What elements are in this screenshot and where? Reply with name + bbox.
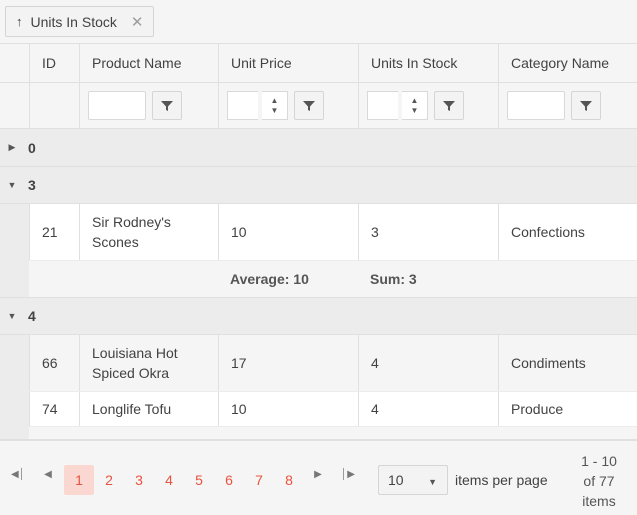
last-page-icon[interactable]: │▶ [338,469,358,480]
group-chip-units-in-stock[interactable]: ↑ Units In Stock ✕ [5,6,155,37]
units-in-stock-filter-input[interactable] [367,91,398,120]
group-value: 4 [28,308,36,324]
filter-icon [443,100,455,111]
group-value: 0 [28,139,36,156]
page-size-value: 10 [388,472,404,488]
cell-product-name[interactable]: Sir Rodney's Scones [79,204,218,260]
filter-button[interactable] [571,91,601,120]
cell-units-in-stock[interactable]: 3 [358,204,498,260]
cell-unit-price[interactable]: 17 [218,335,358,391]
pager: ◀│ ◀ 1 2 3 4 5 6 7 8 ▶ │▶ 10 ▼ items per… [0,440,637,515]
group-indent [0,392,29,426]
group-indent [0,204,29,260]
spinner[interactable]: ▲ ▼ [262,91,288,120]
data-grid: ↑ Units In Stock ✕ ID Product Name Unit … [0,0,637,515]
page-button-7[interactable]: 7 [244,465,274,495]
filter-cell-units-in-stock: ▲ ▼ [358,83,498,128]
page-button-5[interactable]: 5 [184,465,214,495]
cell-category-name[interactable]: Confections [498,204,637,260]
group-row[interactable]: ▼ 4 [0,298,637,335]
page-button-4[interactable]: 4 [154,465,184,495]
page-size-dropdown[interactable]: 10 ▼ [378,465,448,495]
spin-up-icon[interactable]: ▲ [271,96,279,105]
table-row[interactable]: 21 Sir Rodney's Scones 10 3 Confections [0,204,637,261]
first-page-icon[interactable]: ◀│ [8,469,28,480]
unit-price-filter-input[interactable] [227,91,258,120]
cell-unit-price[interactable]: 10 [218,204,358,260]
spinner[interactable]: ▲ ▼ [402,91,428,120]
filter-cell-category-name [498,83,637,128]
column-header-unit-price[interactable]: Unit Price [218,44,358,82]
group-value: 3 [28,177,36,193]
column-header-product-name[interactable]: Product Name [79,44,218,82]
filter-cell-product-name [79,83,218,128]
pager-info: 1 - 10 of 77 items [570,451,628,511]
cell-id[interactable]: 74 [29,392,79,426]
sort-ascending-icon[interactable]: ↑ [16,14,23,29]
column-header-category-name[interactable]: Category Name [498,44,637,82]
group-row[interactable]: ▼ 3 [0,167,637,204]
filter-cell-id [29,83,79,128]
group-indent [0,335,29,391]
cell-category-name[interactable]: Produce [498,392,637,426]
group-footer-row: Average: 10 Sum: 3 [0,261,637,298]
column-header-row: ID Product Name Unit Price Units In Stoc… [0,44,637,83]
cell-category-name[interactable]: Condiments [498,335,637,391]
grouping-panel: ↑ Units In Stock ✕ [0,0,637,44]
page-button-1[interactable]: 1 [64,465,94,495]
group-indent [0,261,29,297]
spin-down-icon[interactable]: ▼ [411,106,419,115]
cell-units-in-stock[interactable]: 4 [358,392,498,426]
aggregate-unit-price: Average: 10 [230,271,309,287]
filter-row: ▲ ▼ ▲ ▼ [0,83,637,129]
cell-units-in-stock[interactable]: 4 [358,335,498,391]
previous-page-icon[interactable]: ◀ [38,469,58,480]
filter-icon [303,100,315,111]
chevron-down-icon: ▼ [428,477,437,487]
pager-info-total: of 77 [583,473,615,489]
filter-icon [580,100,592,111]
spin-up-icon[interactable]: ▲ [411,96,419,105]
page-button-6[interactable]: 6 [214,465,244,495]
group-indent [0,427,29,439]
group-indent-header [0,44,29,82]
filter-indent [0,83,29,128]
cell-product-name[interactable]: Longlife Tofu [79,392,218,426]
filter-cell-unit-price: ▲ ▼ [218,83,358,128]
filter-button[interactable] [294,91,324,120]
group-footer-row [0,427,637,440]
filter-button[interactable] [434,91,464,120]
page-button-2[interactable]: 2 [94,465,124,495]
spin-down-icon[interactable]: ▼ [271,106,279,115]
pager-info-unit: items [582,493,616,509]
product-name-filter-input[interactable] [88,91,146,120]
group-chip-label: Units In Stock [30,13,117,30]
collapse-icon[interactable]: ▼ [0,311,24,321]
collapse-icon[interactable]: ▼ [0,180,24,190]
column-header-id[interactable]: ID [29,44,79,82]
cell-id[interactable]: 66 [29,335,79,391]
expand-icon[interactable]: ▶ [0,142,24,153]
column-header-units-in-stock[interactable]: Units In Stock [358,44,498,82]
filter-icon [161,100,173,111]
table-row[interactable]: 66 Louisiana Hot Spiced Okra 17 4 Condim… [0,335,637,392]
cell-product-name[interactable]: Louisiana Hot Spiced Okra [79,335,218,391]
cell-id[interactable]: 21 [29,204,79,260]
aggregate-units-in-stock: Sum: 3 [370,271,417,287]
pager-info-range: 1 - 10 [581,453,617,469]
category-name-filter-input[interactable] [507,91,565,120]
group-row[interactable]: ▶ 0 [0,129,637,167]
page-button-8[interactable]: 8 [274,465,304,495]
close-icon[interactable]: ✕ [131,13,144,31]
items-per-page-label: items per page [455,472,548,488]
table-row[interactable]: 74 Longlife Tofu 10 4 Produce [0,392,637,427]
page-button-3[interactable]: 3 [124,465,154,495]
cell-unit-price[interactable]: 10 [218,392,358,426]
next-page-icon[interactable]: ▶ [308,469,328,480]
filter-button[interactable] [152,91,182,120]
